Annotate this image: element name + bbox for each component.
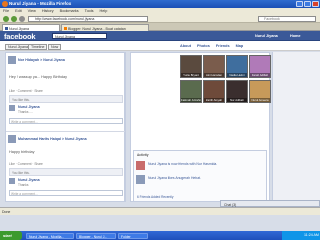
- activity-footer[interactable]: 6 Friends Added Recently: [137, 195, 174, 199]
- profile-nav: Nurul Jiyana Timeline Now: [0, 41, 320, 51]
- friend-photo-label: Fatimah Azzahra: [181, 97, 201, 102]
- reload-button[interactable]: [19, 15, 25, 22]
- chat-bar[interactable]: Chat (3): [220, 200, 320, 207]
- tab-label: Nurul Jiyana: [9, 26, 29, 31]
- likes-row: You like this.: [9, 95, 123, 103]
- avatar: [9, 178, 15, 184]
- activity-text: Nurul Jiyana is now friends with Nur Has…: [148, 162, 218, 166]
- friend-photo[interactable]: Aini Hamdan: [203, 55, 225, 78]
- post-text: Happy birthday: [9, 150, 35, 154]
- post-author[interactable]: Muhammad Harits Haiqal > Nurul Jiyana: [18, 137, 87, 141]
- post-actions[interactable]: Like · Comment · Share: [9, 162, 43, 166]
- likes-text: You like this.: [12, 97, 30, 102]
- activity-text: Nurul Jiyana likes Anugerah Hebat.: [148, 176, 201, 180]
- taskbar-folder-button[interactable]: Folder: [118, 232, 148, 239]
- timeline-divider: [125, 52, 126, 202]
- friend-photo[interactable]: Zarith Aisyah: [203, 80, 225, 103]
- subnav-about[interactable]: About: [180, 44, 191, 51]
- friend-photo[interactable]: Nurul Ameera: [249, 80, 271, 103]
- activity-thumbnail: [136, 161, 145, 170]
- firefox-icon: [2, 1, 8, 7]
- comment-author[interactable]: Nurul Jiyana: [18, 105, 40, 109]
- comment-input[interactable]: Write a comment...: [9, 118, 123, 124]
- subnav-photos[interactable]: Photos: [197, 44, 210, 51]
- friend-photo[interactable]: Fatimah Azzahra: [180, 80, 202, 103]
- activity-card: Activity Nurul Jiyana is now friends wit…: [133, 150, 267, 202]
- facebook-search-input[interactable]: Nurul Jiyana: [52, 33, 107, 39]
- start-button[interactable]: start: [0, 231, 22, 240]
- activity-item[interactable]: Nurul Jiyana is now friends with Nur Has…: [136, 161, 266, 173]
- comment-text: Thanks: [18, 183, 29, 187]
- timeline-feed: Nor Hidayah > Nurul Jiyana Hey ! wassup …: [5, 52, 126, 202]
- friend-photo[interactable]: Farah Adillah: [249, 55, 271, 78]
- system-tray-clock: 11:24 AM: [282, 231, 320, 240]
- comment-text: Thanks ....: [18, 110, 33, 114]
- activity-thumbnail: [136, 175, 145, 184]
- avatar: [9, 105, 15, 111]
- desktop-gap: [0, 215, 320, 231]
- friend-photo-label: Nur Adibah: [227, 97, 247, 102]
- status-bar: Done: [0, 207, 320, 215]
- facebook-favicon-icon: [4, 26, 8, 30]
- tab-blogger[interactable]: Blogger: Nurul Jiyana - Buat catatan: [61, 24, 149, 31]
- friend-photo[interactable]: Yuzie Bryant: [180, 55, 202, 78]
- now-button[interactable]: Now: [48, 43, 62, 50]
- header-profile-name[interactable]: Nurul Jiyana: [255, 34, 278, 38]
- friend-photo[interactable]: Nadia Helmi: [226, 55, 248, 78]
- blogger-favicon-icon: [63, 26, 67, 30]
- friend-photo[interactable]: Nur Adibah: [226, 80, 248, 103]
- browser-search-input[interactable]: Facebook: [258, 15, 316, 22]
- taskbar-blogger-button[interactable]: Blogger - Nurul J...: [76, 232, 116, 239]
- facebook-logo[interactable]: facebook: [4, 32, 36, 41]
- activity-item[interactable]: Nurul Jiyana likes Anugerah Hebat.: [136, 175, 266, 187]
- tab-strip: Nurul Jiyana Blogger: Nurul Jiyana - Bua…: [0, 23, 320, 31]
- comment-input[interactable]: Write a comment...: [9, 190, 123, 196]
- maximize-button[interactable]: [304, 1, 311, 7]
- timeline-button[interactable]: Timeline: [28, 43, 48, 50]
- post-author[interactable]: Nor Hidayah > Nurul Jiyana: [18, 58, 65, 62]
- address-bar[interactable]: http://www.facebook.com/nurul.jiyana: [28, 15, 148, 22]
- profile-subnav: About Photos Friends Map: [180, 41, 270, 51]
- close-button[interactable]: [312, 1, 319, 7]
- avatar[interactable]: [8, 56, 16, 64]
- right-sidebar: [272, 52, 320, 202]
- back-button[interactable]: [3, 15, 9, 22]
- friend-photo-label: Aini Hamdan: [204, 72, 224, 77]
- minimize-button[interactable]: [296, 1, 303, 7]
- wall-post: Muhammad Harits Haiqal > Nurul Jiyana Ha…: [6, 131, 126, 196]
- friend-photo-label: Nadia Helmi: [227, 72, 247, 77]
- comment-author[interactable]: Nurul Jiyana: [18, 178, 40, 182]
- friend-photo-label: Farah Adillah: [250, 72, 270, 77]
- friend-photo-label: Yuzie Bryant: [181, 72, 201, 77]
- likes-text: You like this.: [12, 170, 30, 175]
- subnav-friends[interactable]: Friends: [216, 44, 230, 51]
- post-text: Hey ! wassup ya... Happy Birthday: [9, 75, 68, 79]
- taskbar-firefox-button[interactable]: Nurul Jiyana - Mozilla...: [26, 232, 74, 239]
- forward-button[interactable]: [11, 15, 17, 22]
- header-home-link[interactable]: Home: [290, 34, 301, 38]
- window-title: Nurul Jiyana - Mozilla Firefox: [9, 1, 72, 6]
- post-actions[interactable]: Like · Comment · Share: [9, 89, 43, 93]
- activity-title: Activity: [137, 153, 149, 157]
- friend-photo-label: Nurul Ameera: [250, 97, 270, 102]
- window-titlebar: Nurul Jiyana - Mozilla Firefox: [0, 0, 320, 8]
- friend-photo-label: Zarith Aisyah: [204, 97, 224, 102]
- subnav-map[interactable]: Map: [236, 44, 244, 51]
- tab-nurul-jiyana[interactable]: Nurul Jiyana: [2, 24, 60, 31]
- avatar[interactable]: [8, 135, 16, 143]
- likes-row: You like this.: [9, 168, 123, 176]
- tab-label: Blogger: Nurul Jiyana - Buat catatan: [68, 26, 126, 31]
